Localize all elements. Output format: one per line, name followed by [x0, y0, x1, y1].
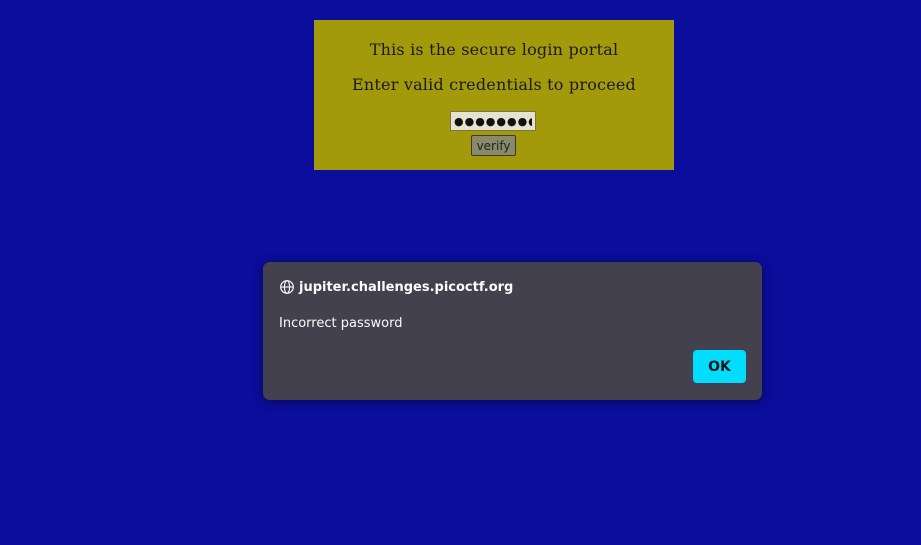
password-input[interactable] [450, 111, 536, 131]
dialog-message: Incorrect password [279, 316, 403, 331]
page: This is the secure login portal Enter va… [0, 0, 921, 545]
ok-button[interactable]: OK [693, 350, 746, 383]
alert-dialog: jupiter.challenges.picoctf.org Incorrect… [263, 262, 762, 400]
globe-icon [279, 279, 295, 295]
dialog-origin: jupiter.challenges.picoctf.org [279, 279, 513, 295]
portal-heading: This is the secure login portal [369, 40, 619, 59]
verify-button[interactable]: verify [471, 135, 516, 156]
portal-subheading: Enter valid credentials to proceed [352, 75, 636, 94]
login-panel: This is the secure login portal Enter va… [314, 20, 674, 170]
dialog-origin-text: jupiter.challenges.picoctf.org [299, 279, 514, 295]
